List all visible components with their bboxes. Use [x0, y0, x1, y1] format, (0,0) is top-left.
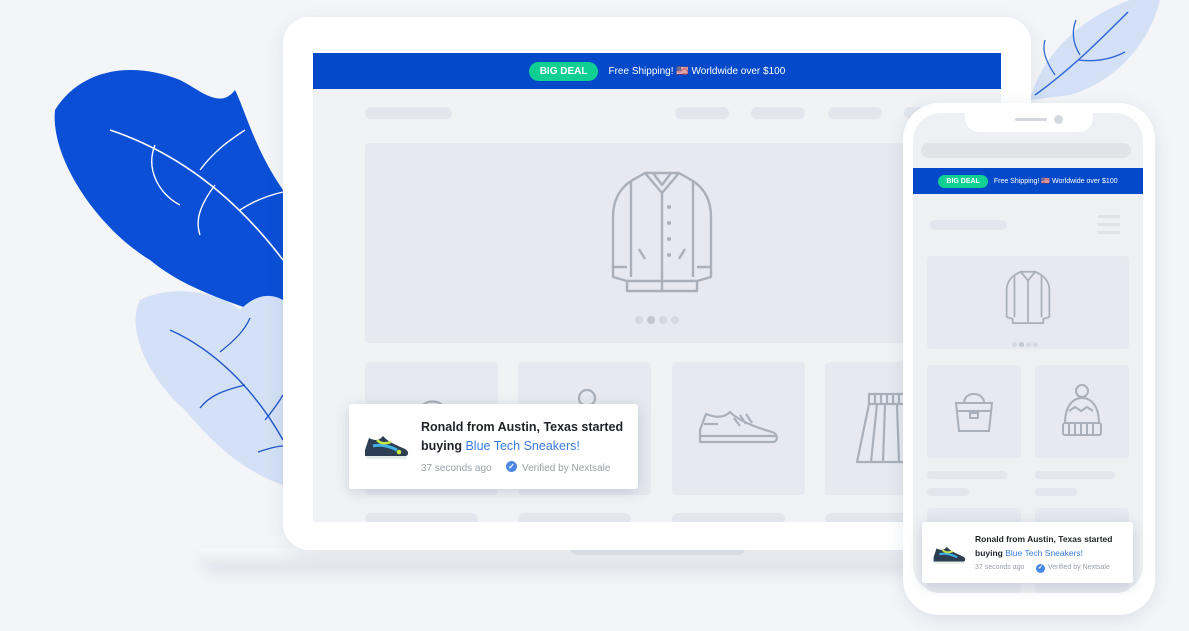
phone-promo-text: Free Shipping! 🇺🇸 Worldwide over $100 — [993, 178, 1118, 185]
phone-handbag-icon — [954, 393, 994, 432]
purchase-notification-popup[interactable]: Ronald from Austin, Texas started buying… — [349, 404, 638, 489]
phone-notification-verified-label: Verified by Nextsale — [1048, 564, 1110, 571]
phone-camera — [1054, 115, 1063, 124]
phone-logo-placeholder — [930, 220, 1007, 230]
product-title-placeholder-1 — [365, 513, 478, 522]
phone-beanie-icon — [1062, 384, 1102, 436]
notification-time: 37 seconds ago — [421, 463, 492, 474]
phone-carousel-dot-2[interactable] — [1019, 342, 1024, 347]
promo-badge[interactable]: BIG DEAL — [528, 61, 599, 81]
carousel-dot-1[interactable] — [635, 316, 643, 324]
nav-placeholder-3 — [828, 107, 882, 119]
hero-banner — [365, 143, 950, 343]
phone-product-title-placeholder-1 — [927, 471, 1007, 479]
logo-placeholder — [365, 107, 452, 119]
notification-product-link[interactable]: Blue Tech Sneakers! — [465, 439, 579, 453]
hamburger-menu-icon[interactable] — [1098, 215, 1120, 235]
product-title-placeholder-3 — [672, 513, 785, 522]
light-leaf-bottom-left — [135, 291, 283, 485]
product-card-sneaker[interactable] — [672, 362, 805, 495]
phone-hero-banner — [927, 256, 1129, 349]
phone-carousel-dot-4[interactable] — [1033, 342, 1038, 347]
phone-sneaker-product-thumbnail — [933, 546, 966, 564]
phone-notification-product-link[interactable]: Blue Tech Sneakers! — [1005, 548, 1083, 558]
phone-notification-time: 37 seconds ago — [975, 564, 1025, 571]
carousel-dot-4[interactable] — [671, 316, 679, 324]
notification-message: Ronald from Austin, Texas started buying… — [421, 418, 626, 456]
phone-product-price-placeholder-2 — [1035, 488, 1077, 496]
phone-promo-badge[interactable]: BIG DEAL — [938, 174, 988, 188]
phone-carousel-dot-3[interactable] — [1026, 342, 1031, 347]
notification-verified-label: Verified by Nextsale — [522, 463, 611, 474]
phone-screen: BIG DEAL Free Shipping! 🇺🇸 Worldwide ove… — [913, 113, 1143, 593]
phone-notification-message: Ronald from Austin, Texas started buying… — [975, 532, 1125, 560]
phone-product-card-handbag[interactable] — [927, 365, 1021, 458]
phone-verified-check-icon: ✓ — [1036, 564, 1045, 573]
carousel-dot-2[interactable] — [647, 316, 655, 324]
carousel-dot-3[interactable] — [659, 316, 667, 324]
phone-product-price-placeholder-1 — [927, 488, 969, 496]
phone-speaker — [1015, 118, 1047, 121]
phone-promo-bar[interactable]: BIG DEAL Free Shipping! 🇺🇸 Worldwide ove… — [913, 168, 1143, 194]
phone-address-bar-placeholder — [921, 143, 1131, 158]
jacket-icon — [611, 171, 713, 293]
carousel-dots[interactable] — [633, 311, 693, 329]
phone-purchase-notification-popup[interactable]: Ronald from Austin, Texas started buying… — [922, 522, 1133, 583]
phone-carousel-dot-1[interactable] — [1012, 342, 1017, 347]
phone-product-card-beanie[interactable] — [1035, 365, 1129, 458]
promo-text: Free Shipping! 🇺🇸 Worldwide over $100 — [608, 65, 786, 77]
phone-carousel-dots[interactable] — [1011, 334, 1039, 352]
promo-bar[interactable]: BIG DEAL Free Shipping! 🇺🇸 Worldwide ove… — [313, 53, 1001, 89]
verified-check-icon: ✓ — [506, 461, 517, 472]
sneaker-product-thumbnail — [365, 436, 409, 459]
nav-placeholder-1 — [675, 107, 729, 119]
dark-leaf-left — [54, 70, 283, 320]
phone-notch — [965, 113, 1093, 132]
nav-placeholder-2 — [751, 107, 805, 119]
product-title-placeholder-2 — [518, 513, 631, 522]
sneaker-icon — [698, 410, 778, 444]
phone-jacket-icon — [1005, 270, 1051, 325]
phone-product-title-placeholder-2 — [1035, 471, 1115, 479]
